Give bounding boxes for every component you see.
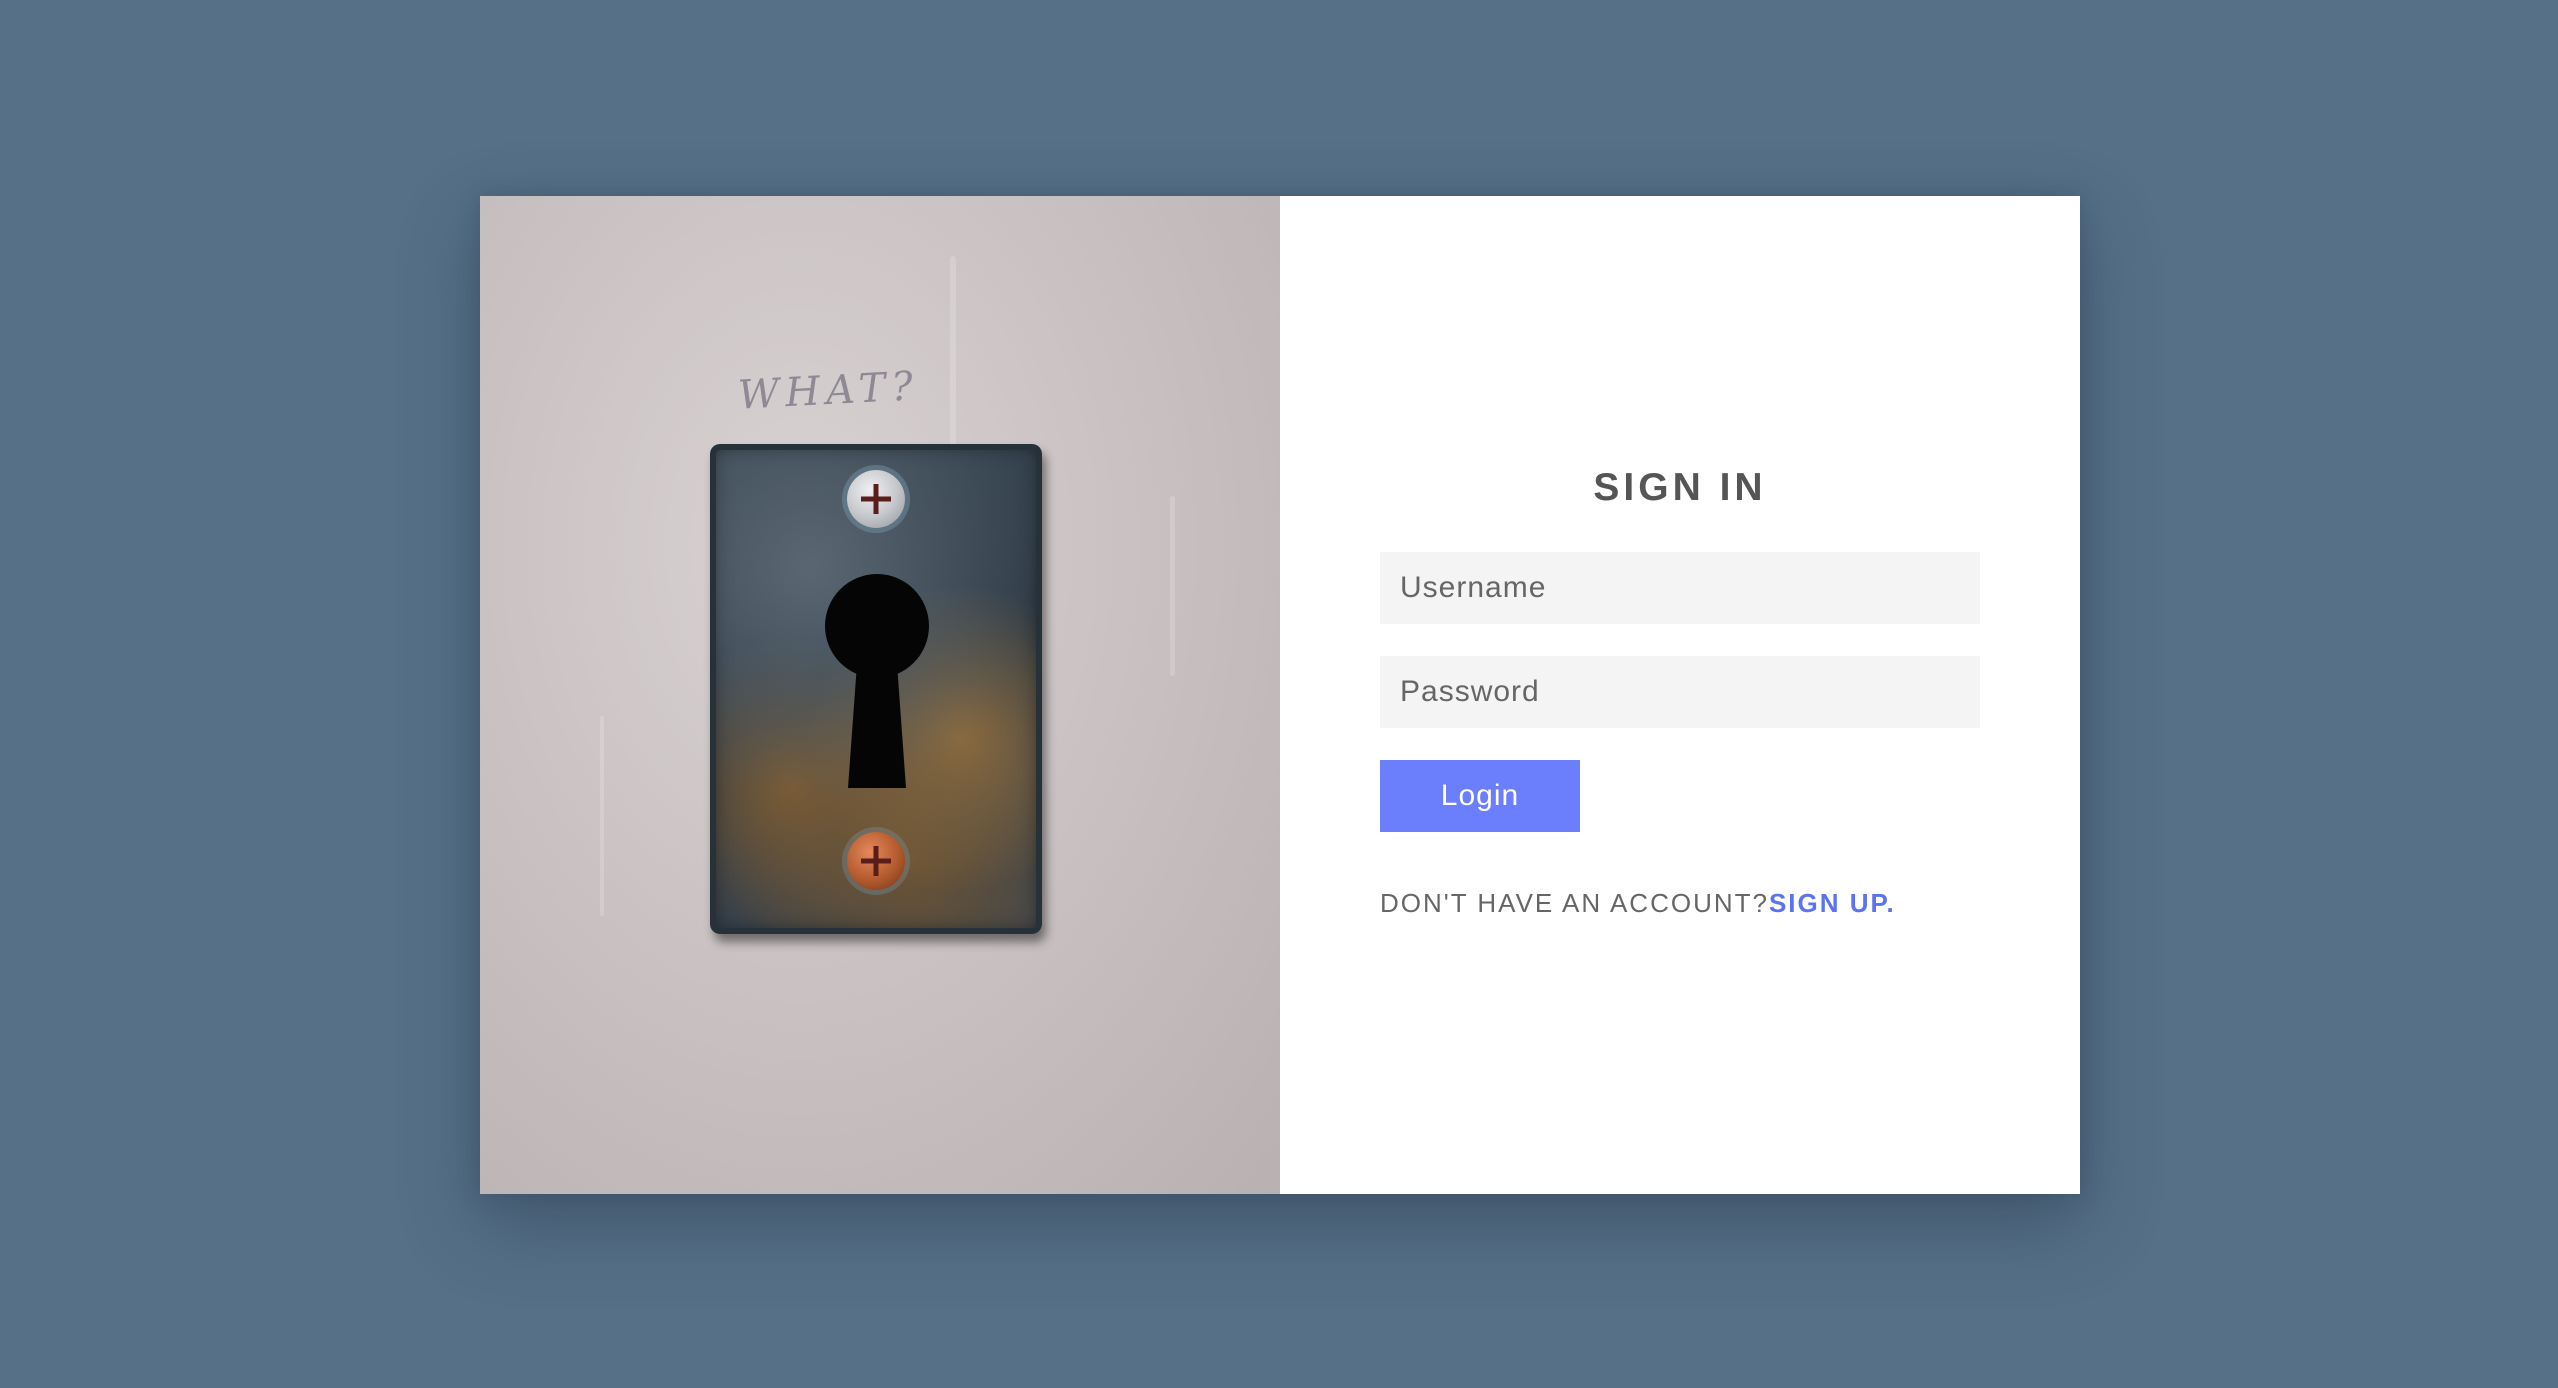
login-button[interactable]: Login bbox=[1380, 760, 1580, 832]
username-input[interactable] bbox=[1380, 552, 1980, 624]
page-title: SIGN IN bbox=[1593, 466, 1767, 509]
screw-icon bbox=[847, 832, 905, 890]
wall-streak bbox=[600, 716, 604, 916]
sign-in-form: SIGN IN Login DON'T HAVE AN ACCOUNT?SIGN… bbox=[1280, 196, 2080, 1194]
keyhole-image: WHAT? bbox=[480, 196, 1280, 1194]
graffiti-text: WHAT? bbox=[736, 363, 920, 419]
signup-prompt: DON'T HAVE AN ACCOUNT? bbox=[1380, 888, 1769, 918]
wall-streak bbox=[950, 256, 956, 476]
wall-streak bbox=[1170, 496, 1175, 676]
screw-icon bbox=[847, 470, 905, 528]
password-input[interactable] bbox=[1380, 656, 1980, 728]
keyhole-plate bbox=[710, 444, 1042, 934]
signup-link[interactable]: SIGN UP. bbox=[1769, 888, 1896, 918]
sign-in-card: WHAT? SIGN IN Login DON'T HAVE AN ACCOUN… bbox=[480, 196, 2080, 1194]
signup-row: DON'T HAVE AN ACCOUNT?SIGN UP. bbox=[1380, 888, 1896, 919]
